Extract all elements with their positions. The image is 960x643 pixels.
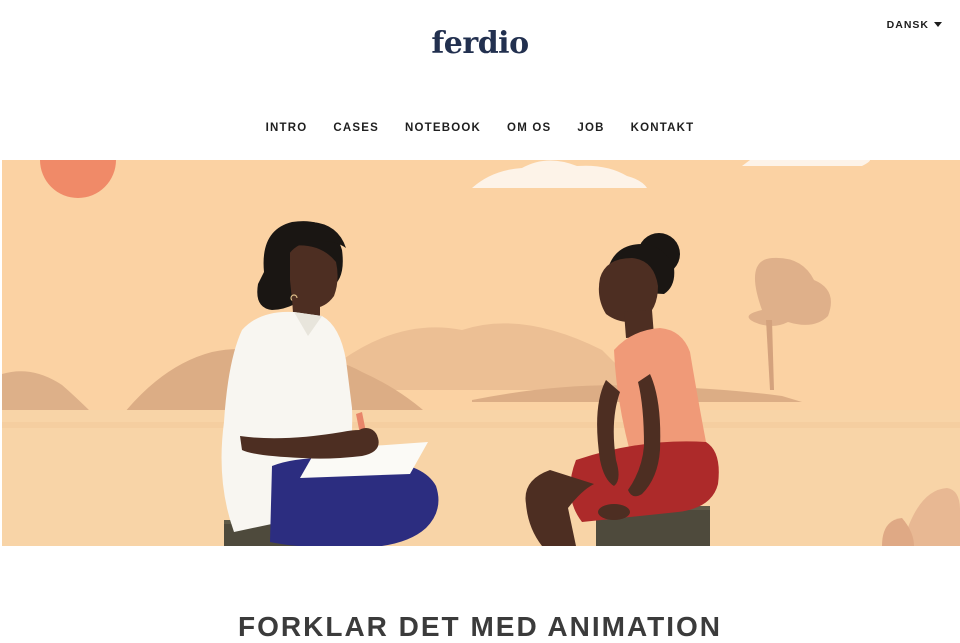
nav-item-cases[interactable]: CASES xyxy=(333,122,379,134)
language-selector[interactable]: DANSK xyxy=(887,19,942,31)
main-navigation: INTRO CASES NOTEBOOK OM OS JOB KONTAKT xyxy=(0,122,960,134)
nav-item-notebook[interactable]: NOTEBOOK xyxy=(405,122,481,134)
page-headline: FORKLAR DET MED ANIMATION xyxy=(238,611,722,642)
ground xyxy=(2,410,960,546)
ferdio-logo[interactable]: ferdio xyxy=(0,26,960,61)
nav-item-job[interactable]: JOB xyxy=(577,122,604,134)
cloud-shape xyxy=(742,160,870,166)
caret-down-icon xyxy=(934,22,942,27)
nav-item-kontakt[interactable]: KONTAKT xyxy=(631,122,695,134)
hero-illustration xyxy=(2,160,960,546)
nav-item-om-os[interactable]: OM OS xyxy=(507,122,551,134)
nav-item-intro[interactable]: INTRO xyxy=(266,122,308,134)
language-label: DANSK xyxy=(886,19,929,31)
